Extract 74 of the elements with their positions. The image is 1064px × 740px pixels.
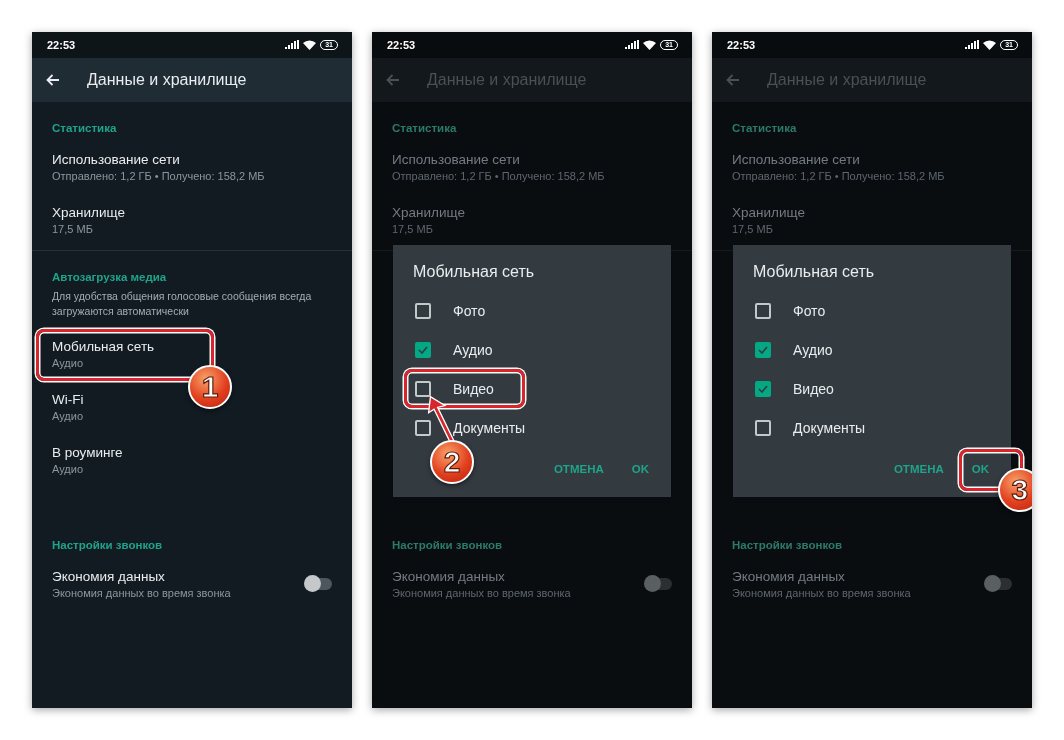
wifi-icon — [643, 40, 657, 50]
checkbox[interactable] — [415, 341, 431, 358]
wifi-icon — [303, 40, 317, 50]
row-subtitle: Аудио — [52, 410, 85, 422]
dialog-title: Мобильная сеть — [412, 263, 536, 282]
row-title: Мобильная сеть — [52, 339, 156, 354]
row-subtitle: Экономия данных во время звонка — [52, 587, 232, 599]
status-time: 22:53 — [47, 39, 76, 51]
callout-badge: 1 — [188, 365, 232, 409]
toggle-switch[interactable] — [646, 578, 672, 590]
section-header: Статистика — [731, 121, 798, 136]
row-subtitle: 17,5 МБ — [392, 223, 434, 235]
checkbox[interactable] — [755, 419, 771, 436]
row-subtitle: Аудио — [52, 463, 85, 475]
check-icon — [758, 384, 768, 393]
checkbox[interactable] — [415, 302, 431, 319]
row-title: В роуминге — [52, 445, 124, 460]
callout-badge: 2 — [430, 440, 474, 484]
option-label: Видео — [793, 380, 834, 397]
row-title: Экономия данных — [732, 569, 846, 584]
checkbox[interactable] — [755, 341, 771, 358]
screen-title: Данные и хранилище — [427, 71, 587, 89]
section-header: Статистика — [51, 121, 118, 136]
wifi-icon — [983, 40, 997, 50]
row-title: Экономия данных — [52, 569, 166, 584]
option-label: Документы — [453, 419, 526, 436]
row-title: Использование сети — [732, 152, 861, 167]
dialog-button[interactable]: OK — [617, 455, 663, 483]
row-subtitle: 17,5 МБ — [732, 223, 774, 235]
row-subtitle: Экономия данных во время звонка — [392, 587, 572, 599]
row-subtitle: Экономия данных во время звонка — [732, 587, 912, 599]
dialog-button[interactable]: ОТМЕНА — [879, 455, 958, 483]
checkbox[interactable] — [415, 380, 431, 397]
checkbox[interactable] — [415, 419, 431, 436]
option-label: Аудио — [453, 341, 493, 358]
toggle-switch[interactable] — [986, 578, 1012, 590]
signal-icon — [625, 40, 640, 50]
section-header: Настройки звонков — [391, 538, 504, 553]
dialog-title: Мобильная сеть — [752, 263, 876, 282]
option-label: Документы — [793, 419, 866, 436]
option-label: Видео — [453, 380, 494, 397]
row-title: Использование сети — [392, 152, 521, 167]
checkbox[interactable] — [755, 302, 771, 319]
row-title: Wi-Fi — [52, 392, 85, 407]
signal-icon — [285, 40, 300, 50]
status-time: 22:53 — [387, 39, 416, 51]
row-title: Использование сети — [52, 152, 181, 167]
screen-title: Данные и хранилище — [767, 71, 927, 89]
signal-icon — [965, 40, 980, 50]
section-header: Статистика — [391, 121, 458, 136]
status-time: 22:53 — [727, 39, 756, 51]
toggle-switch[interactable] — [306, 578, 332, 590]
row-title: Экономия данных — [392, 569, 506, 584]
row-subtitle: Аудио — [52, 357, 85, 369]
dialog-button[interactable]: ОТМЕНА — [539, 455, 618, 483]
row-subtitle: Отправлено: 1,2 ГБ • Получено: 158,2 МБ — [732, 170, 946, 182]
section-header: Автозагрузка медиа — [51, 270, 168, 285]
section-description: Для удобства общения голосовые сообщения всегда загружаются автоматически — [51, 289, 313, 319]
section-header: Настройки звонков — [731, 538, 844, 553]
screen-title: Данные и хранилище — [87, 71, 247, 89]
row-title: Хранилище — [732, 205, 806, 220]
row-title: Хранилище — [392, 205, 466, 220]
row-subtitle: Отправлено: 1,2 ГБ • Получено: 158,2 МБ — [52, 170, 266, 182]
checkbox[interactable] — [755, 380, 771, 397]
section-header: Настройки звонков — [51, 538, 164, 553]
option-label: Фото — [793, 302, 826, 319]
callout-badge: 3 — [997, 468, 1032, 512]
row-subtitle: 17,5 МБ — [52, 223, 94, 235]
option-label: Фото — [453, 302, 486, 319]
check-icon — [418, 345, 428, 354]
row-subtitle: Отправлено: 1,2 ГБ • Получено: 158,2 МБ — [392, 170, 606, 182]
option-label: Аудио — [793, 341, 833, 358]
check-icon — [758, 345, 768, 354]
row-title: Хранилище — [52, 205, 126, 220]
